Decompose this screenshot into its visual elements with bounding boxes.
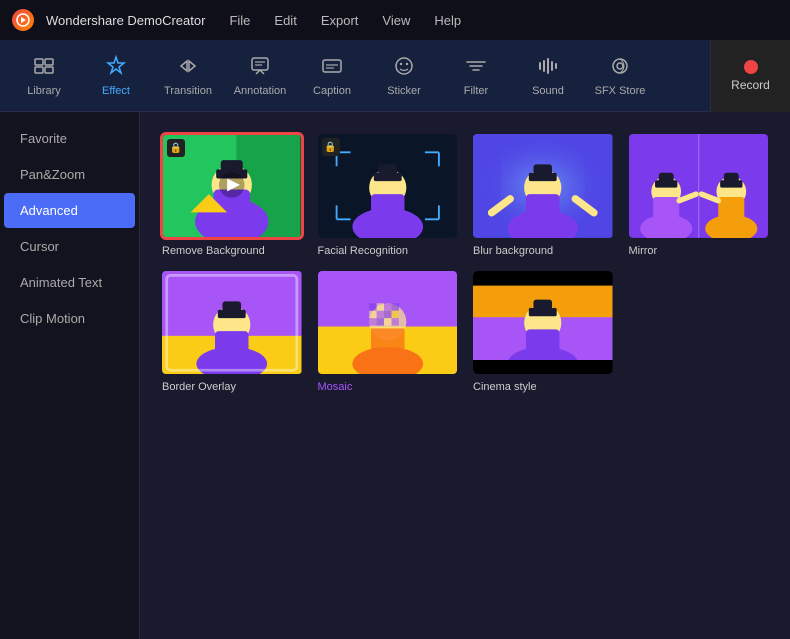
sidebar-item-clip-motion[interactable]: Clip Motion [4, 301, 135, 336]
effect-mosaic[interactable]: Mosaic [316, 269, 460, 394]
effect-label-mirror: Mirror [627, 245, 771, 257]
effect-blur-bg[interactable]: Blur background [471, 132, 615, 257]
sidebar: Favorite Pan&Zoom Advanced Cursor Animat… [0, 112, 140, 639]
toolbar-caption[interactable]: Caption [296, 44, 368, 108]
menu-view[interactable]: View [378, 11, 414, 30]
toolbar-annotation[interactable]: Annotation [224, 44, 296, 108]
record-label: Record [731, 78, 770, 92]
effect-thumbnail-mosaic [316, 269, 460, 377]
title-bar: Wondershare DemoCreator File Edit Export… [0, 0, 790, 40]
app-logo [12, 9, 34, 31]
effect-label-border: Border Overlay [160, 381, 304, 393]
app-name: Wondershare DemoCreator [46, 13, 205, 28]
effect-label-facial: Facial Recognition [316, 245, 460, 257]
library-icon [33, 55, 55, 81]
toolbar-sfx[interactable]: SFX Store [584, 44, 656, 108]
toolbar-sticker[interactable]: Sticker [368, 44, 440, 108]
effects-grid: 🔒 [160, 132, 770, 393]
sound-icon [537, 55, 559, 81]
toolbar-effect-label: Effect [102, 85, 130, 97]
sidebar-item-favorite[interactable]: Favorite [4, 121, 135, 156]
menu-help[interactable]: Help [430, 11, 465, 30]
transition-icon [177, 55, 199, 81]
effect-label-blur: Blur background [471, 245, 615, 257]
record-dot [744, 60, 758, 74]
lock-icon: 🔒 [167, 139, 185, 157]
toolbar-sticker-label: Sticker [387, 85, 421, 97]
toolbar-sfx-label: SFX Store [595, 85, 646, 97]
effect-label-remove-bg: Remove Background [160, 245, 304, 257]
sidebar-item-cursor[interactable]: Cursor [4, 229, 135, 264]
effect-thumbnail-cinema [471, 269, 615, 377]
annotation-icon [249, 55, 271, 81]
effect-label-mosaic: Mosaic [316, 381, 460, 393]
effect-thumbnail-facial: 🔒 [316, 132, 460, 240]
lock-icon-facial: 🔒 [322, 138, 340, 156]
menu-export[interactable]: Export [317, 11, 363, 30]
toolbar-sound[interactable]: Sound [512, 44, 584, 108]
toolbar-sound-label: Sound [532, 85, 564, 97]
sidebar-item-advanced[interactable]: Advanced [4, 193, 135, 228]
filter-icon [465, 55, 487, 81]
effect-thumbnail-mirror [627, 132, 771, 240]
record-button[interactable]: Record [710, 40, 790, 112]
effect-icon [105, 55, 127, 81]
effect-cinema[interactable]: Cinema style [471, 269, 615, 394]
toolbar-filter-label: Filter [464, 85, 488, 97]
menu-file[interactable]: File [225, 11, 254, 30]
effects-content: 🔒 [140, 112, 790, 639]
sfx-icon [609, 55, 631, 81]
effect-mirror[interactable]: Mirror [627, 132, 771, 257]
effect-label-cinema: Cinema style [471, 381, 615, 393]
toolbar-filter[interactable]: Filter [440, 44, 512, 108]
toolbar-annotation-label: Annotation [234, 85, 287, 97]
toolbar-transition-label: Transition [164, 85, 212, 97]
effect-thumbnail-blur [471, 132, 615, 240]
caption-icon [321, 55, 343, 81]
toolbar-transition[interactable]: Transition [152, 44, 224, 108]
main-layout: Favorite Pan&Zoom Advanced Cursor Animat… [0, 112, 790, 639]
toolbar-caption-label: Caption [313, 85, 351, 97]
effect-thumbnail-remove-bg: 🔒 [160, 132, 304, 240]
menu-bar: File Edit Export View Help [225, 11, 465, 30]
menu-edit[interactable]: Edit [270, 11, 300, 30]
toolbar-library[interactable]: Library [8, 44, 80, 108]
sidebar-item-panzoom[interactable]: Pan&Zoom [4, 157, 135, 192]
toolbar-effect[interactable]: Effect [80, 44, 152, 108]
effect-thumbnail-border [160, 269, 304, 377]
effect-remove-bg[interactable]: 🔒 [160, 132, 304, 257]
toolbar: Library Effect Transition Annota [0, 40, 790, 112]
effect-border[interactable]: Border Overlay [160, 269, 304, 394]
effect-facial[interactable]: 🔒 [316, 132, 460, 257]
sticker-icon [393, 55, 415, 81]
sidebar-item-animated-text[interactable]: Animated Text [4, 265, 135, 300]
toolbar-library-label: Library [27, 85, 61, 97]
